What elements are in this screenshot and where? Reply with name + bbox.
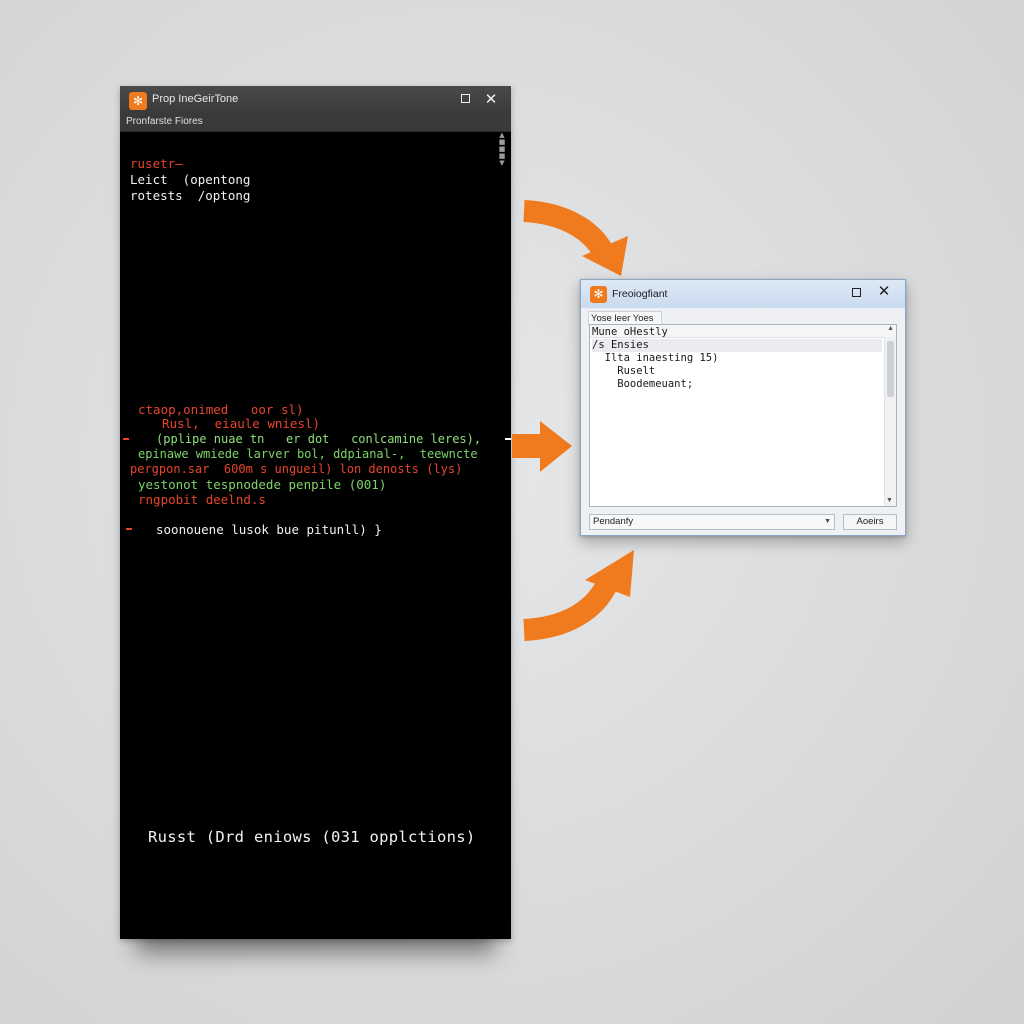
list-item[interactable]: /s Ensies: [592, 339, 882, 352]
line-marker-icon: [505, 438, 511, 440]
dialog-window: ✻ Freoiogfiant ✕ Yose leer Yoes ▲ Mune o…: [580, 279, 906, 536]
close-icon[interactable]: ✕: [482, 90, 500, 108]
dialog-titlebar[interactable]: ✻ Freoiogfiant ✕: [581, 280, 905, 308]
scroll-thumb[interactable]: [887, 341, 894, 397]
dropdown-value: Pendanfy: [593, 516, 634, 527]
chevron-down-icon: ▼: [824, 518, 831, 525]
dialog-list[interactable]: ▲ Mune oHestly /s Ensies Ilta inaesting …: [589, 324, 897, 507]
list-item[interactable]: Ilta inaesting 15): [592, 352, 882, 365]
scrollbar-icon[interactable]: ▲ ■ ■ ■ ▼: [498, 132, 506, 168]
maximize-icon[interactable]: [456, 90, 474, 108]
terminal-title: Prop IneGeirTone: [152, 93, 239, 105]
terminal-titlebar[interactable]: ✻ Prop IneGeirTone ✕: [120, 86, 511, 114]
line-marker-icon: [123, 438, 129, 440]
terminal-line: Leict (opentong: [130, 172, 251, 187]
curved-arrow-up-icon: [523, 550, 634, 641]
terminal-line: rngpobit deelnd.s: [138, 492, 266, 507]
list-item[interactable]: Ruselt: [592, 365, 882, 378]
terminal-line: rotests /optong: [130, 188, 251, 203]
straight-arrow-right-icon: [512, 421, 572, 472]
terminal-line: soonouene lusok bue pitunll) }: [156, 522, 382, 537]
terminal-footer: Russt (Drd eniows (031 opplctions): [148, 828, 476, 846]
scroll-down-icon[interactable]: ▼: [886, 497, 893, 504]
app-icon: ✻: [590, 286, 607, 303]
terminal-menubar[interactable]: Pronfarste Fiores: [120, 114, 511, 132]
terminal-line: epinawe wmiede larver bol, ddpianal-, te…: [138, 447, 478, 461]
dropdown-select[interactable]: Pendanfy ▼: [589, 514, 835, 530]
close-icon[interactable]: ✕: [875, 283, 893, 301]
dialog-action-button[interactable]: Aoeirs: [843, 514, 897, 530]
list-item[interactable]: Boodemeuant;: [592, 378, 882, 391]
dialog-title: Freoiogfiant: [612, 288, 668, 300]
maximize-icon[interactable]: [847, 283, 865, 301]
app-icon: ✻: [129, 92, 147, 110]
terminal-window: ✻ Prop IneGeirTone ✕ Pronfarste Fiores ▲…: [120, 86, 511, 939]
terminal-line: rusetr–: [130, 156, 183, 171]
line-marker-icon: [126, 528, 132, 530]
terminal-line: pergpon.sar 600m s ungueil) lon denosts …: [130, 462, 463, 476]
terminal-line: Rusl, eiaule wniesl): [162, 416, 321, 431]
terminal-line: yestonot tespnodede penpile (001): [138, 477, 387, 492]
list-scrollbar[interactable]: ▼: [884, 337, 896, 506]
list-item[interactable]: Mune oHestly: [592, 326, 882, 339]
terminal-line: (pplipe nuae tn er dot conlcamine leres)…: [156, 432, 482, 446]
curved-arrow-down-icon: [523, 200, 628, 276]
scroll-up-icon[interactable]: ▲: [887, 325, 894, 332]
menu-label[interactable]: Pronfarste Fiores: [126, 116, 203, 127]
